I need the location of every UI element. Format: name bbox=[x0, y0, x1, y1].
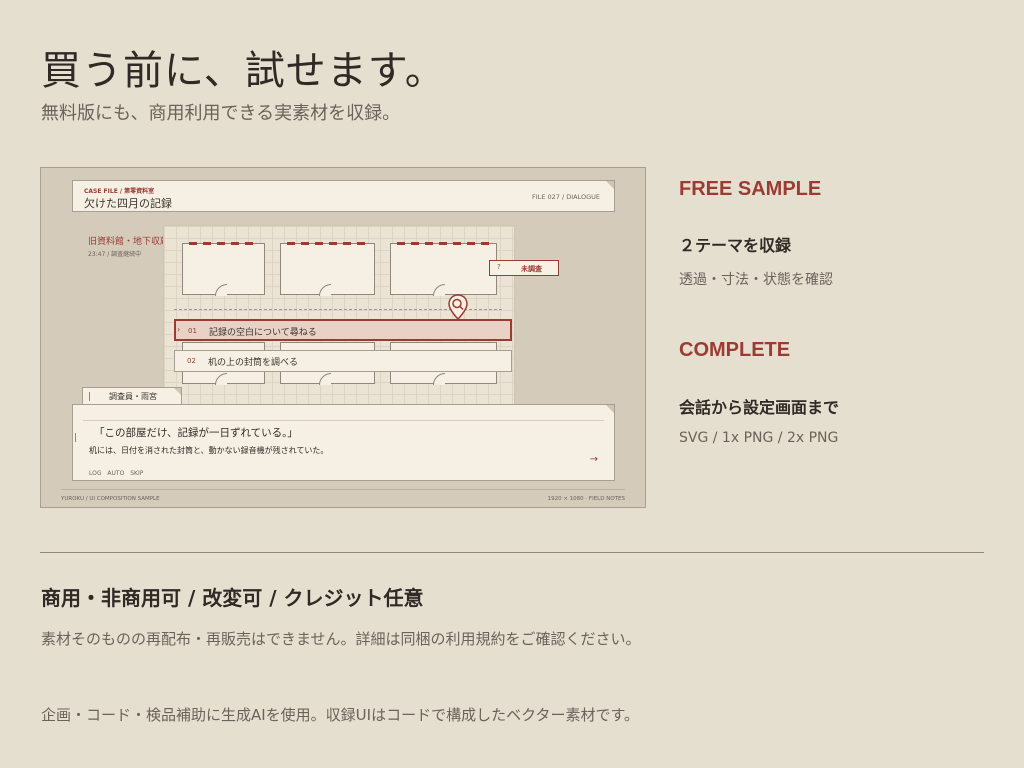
choice-number: 02 bbox=[187, 357, 196, 365]
credit-note: 企画・コード・検品補助に生成AIを使用。収録UIはコードで構成したベクター素材で… bbox=[41, 706, 639, 724]
case-file-label: CASE FILE / 第零資料室 bbox=[84, 188, 155, 195]
complete-heading: COMPLETE bbox=[679, 339, 791, 361]
folded-corner bbox=[174, 388, 181, 395]
nameplate-marker bbox=[89, 392, 90, 401]
preview-header: CASE FILE / 第零資料室 欠けた四月の記録 FILE 027 / DI… bbox=[72, 180, 615, 212]
status-mark: ? bbox=[497, 263, 501, 271]
preview-footer: YUROKU / UI COMPOSITION SAMPLE 1920 × 10… bbox=[61, 489, 625, 502]
door-icon bbox=[319, 373, 331, 385]
divider bbox=[83, 420, 604, 421]
time-status: 23:47 / 調査継続中 bbox=[88, 251, 142, 258]
complete-subtitle: 会話から設定画面まで bbox=[679, 398, 840, 417]
ui-preview-image: CASE FILE / 第零資料室 欠けた四月の記録 FILE 027 / DI… bbox=[40, 167, 646, 508]
choice-label: 記録の空白について尋ねる bbox=[209, 328, 317, 338]
choice-number: 01 bbox=[188, 327, 197, 335]
file-number: FILE 027 / DIALOGUE bbox=[532, 193, 600, 201]
folded-corner bbox=[606, 405, 614, 413]
dialog-quote: 「この部屋だけ、記録が一日ずれている。」 bbox=[94, 427, 298, 439]
dialog-marker bbox=[75, 433, 76, 442]
free-sample-note: 透過・寸法・状態を確認 bbox=[679, 272, 833, 288]
map-room[interactable] bbox=[280, 242, 375, 296]
choice-option-2[interactable]: 02 机の上の封筒を調べる bbox=[174, 350, 512, 372]
speaker-nameplate: 調査員・雨宮 bbox=[82, 387, 182, 405]
choice-label: 机の上の封筒を調べる bbox=[208, 358, 299, 368]
door-icon bbox=[215, 284, 227, 296]
room-marker bbox=[397, 242, 490, 245]
section-divider bbox=[40, 552, 984, 553]
footer-left: YUROKU / UI COMPOSITION SAMPLE bbox=[61, 496, 160, 502]
search-pin-icon[interactable] bbox=[448, 294, 468, 320]
door-icon bbox=[433, 373, 445, 385]
map-room[interactable] bbox=[182, 242, 265, 296]
door-icon bbox=[319, 284, 331, 296]
complete-note: SVG / 1x PNG / 2x PNG bbox=[679, 430, 839, 446]
arrow-right-icon[interactable]: → bbox=[590, 454, 598, 465]
license-title: 商用・非商用可 / 改変可 / クレジット任意 bbox=[41, 586, 424, 610]
speaker-name: 調査員・雨宮 bbox=[109, 392, 157, 401]
status-label: 未調査 bbox=[521, 265, 542, 273]
free-sample-heading: FREE SAMPLE bbox=[679, 178, 822, 200]
dialog-text: 机には、日付を消された封筒と、動かない録音機が残されていた。 bbox=[89, 446, 329, 455]
free-sample-subtitle: ２テーマを収録 bbox=[679, 236, 792, 255]
license-note: 素材そのものの再配布・再販売はできません。詳細は同梱の利用規約をご確認ください。 bbox=[41, 630, 641, 648]
hero-subtitle: 無料版にも、商用利用できる実素材を収録。 bbox=[41, 103, 401, 124]
door-icon bbox=[215, 373, 227, 385]
room-marker bbox=[189, 242, 258, 245]
room-marker bbox=[287, 242, 368, 245]
door-icon bbox=[433, 284, 445, 296]
choice-option-1[interactable]: › 01 記録の空白について尋ねる bbox=[174, 319, 512, 341]
hero-title: 買う前に、試せます。 bbox=[41, 48, 446, 94]
map-room[interactable] bbox=[390, 242, 497, 296]
selected-arrow-icon: › bbox=[177, 325, 181, 334]
record-title: 欠けた四月の記録 bbox=[84, 197, 172, 210]
dialog-controls[interactable]: LOG AUTO SKIP bbox=[89, 470, 143, 477]
status-badge: ? 未調査 bbox=[489, 260, 559, 276]
footer-right: 1920 × 1080 · FIELD NOTES bbox=[547, 496, 625, 502]
dialog-box[interactable]: 「この部屋だけ、記録が一日ずれている。」 机には、日付を消された封筒と、動かない… bbox=[72, 404, 615, 481]
folded-corner bbox=[606, 181, 614, 189]
